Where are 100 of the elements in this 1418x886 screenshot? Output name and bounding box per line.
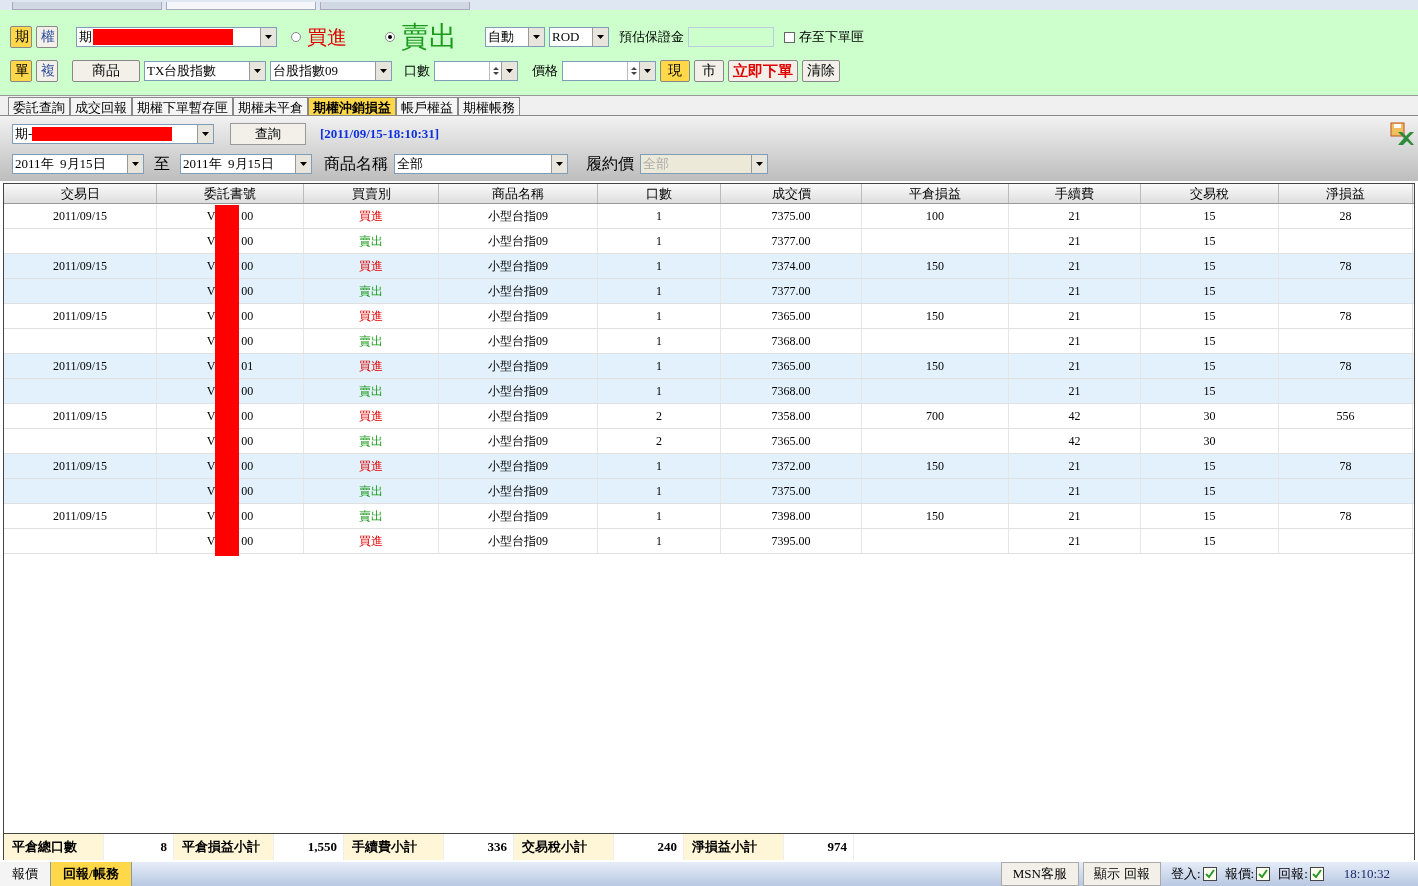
toolbar-button[interactable]: 市 (694, 60, 724, 82)
table-cell-text: 15 (1203, 383, 1216, 400)
toolbar-button[interactable]: 立即下單 (728, 60, 798, 82)
tab[interactable]: 期權下單暫存匣 (132, 97, 233, 115)
table-cell-text: 21 (1068, 308, 1081, 325)
column-header[interactable]: 委託書號 (157, 184, 304, 203)
checkbox[interactable] (784, 31, 795, 43)
table-cell-text: 買進 (359, 258, 383, 275)
toolbar-button[interactable]: 期 (10, 26, 32, 48)
dropdown-field[interactable]: 期- (12, 123, 214, 144)
table-row[interactable]: V 00 賣出 小型台指09 1 7368.00 21 15 (4, 379, 1414, 404)
table-cell-text: 賣出 (359, 483, 383, 500)
table-cell-text: 150 (926, 258, 944, 275)
table-cell-text: V 00 (206, 258, 254, 275)
spin-field[interactable] (562, 61, 656, 81)
table-cell-text: 小型台指09 (488, 233, 548, 250)
quantity-label: 口數 (404, 62, 430, 81)
table-cell-text: 小型台指09 (488, 358, 548, 375)
spin-field[interactable] (434, 61, 518, 81)
dropdown-field[interactable]: TX台股指數 (144, 61, 266, 81)
side-label: 買進 (307, 27, 347, 47)
tab[interactable]: 期權未平倉 (233, 97, 308, 115)
table-cell-text: 2011/09/15 (52, 458, 108, 475)
summary-label: 淨損益小計 (684, 834, 784, 860)
table-cell-text: 7368.00 (771, 333, 811, 350)
table-cell-text: 1 (656, 533, 662, 550)
tab[interactable]: 成交回報 (70, 97, 132, 115)
column-header[interactable]: 商品名稱 (439, 184, 598, 203)
toolbar-button[interactable]: 複 (36, 60, 58, 82)
dropdown-field[interactable]: 期 (76, 27, 277, 47)
table-cell-text: 買進 (359, 533, 383, 550)
table-row[interactable]: 2011/09/15 V 01 買進 小型台指09 1 7365.00 150 21 15 78 (4, 354, 1414, 379)
status-button[interactable]: 顯示 回報 (1082, 862, 1161, 886)
table-cell-text: 21 (1068, 233, 1081, 250)
query-timestamp: [2011/09/15-18:10:31] (320, 124, 440, 143)
bottom-tab[interactable]: 報價 (0, 862, 51, 886)
dropdown-field[interactable]: 台股指數09 (270, 61, 392, 81)
tab[interactable]: 帳戶權益 (396, 97, 458, 115)
tab[interactable]: 期權帳務 (458, 97, 520, 115)
table-row[interactable]: 2011/09/15 V 00 買進 小型台指09 1 7372.00 150 21 15 78 (4, 454, 1414, 479)
column-header[interactable]: 買賣別 (304, 184, 439, 203)
table-cell-text: 7365.00 (771, 358, 811, 375)
tab[interactable]: 委託查詢 (8, 97, 70, 115)
excel-export-icon[interactable] (1390, 121, 1414, 146)
toolbar-button[interactable]: 現 (660, 60, 690, 82)
table-cell-text: 2011/09/15 (52, 508, 108, 525)
table-cell-text: 7372.00 (771, 458, 811, 475)
table-cell-text: 7377.00 (771, 233, 811, 250)
column-header[interactable]: 口數 (598, 184, 721, 203)
table-row[interactable]: 2011/09/15 V 00 買進 小型台指09 1 7365.00 150 21 15 78 (4, 304, 1414, 329)
column-header[interactable]: 淨損益 (1279, 184, 1413, 203)
column-header[interactable]: 交易日 (4, 184, 157, 203)
table-cell-text: 15 (1203, 283, 1216, 300)
dropdown-field[interactable]: 2011年 9月15日 (12, 153, 144, 174)
table-cell-text: 21 (1068, 208, 1081, 225)
table-row[interactable]: 2011/09/15 V 00 買進 小型台指09 2 7358.00 700 42 30 556 (4, 404, 1414, 429)
table-cell-text: 1 (656, 283, 662, 300)
toolbar-button[interactable]: 清除 (802, 60, 840, 82)
toolbar-button[interactable]: 單 (10, 60, 32, 82)
table-cell-text: 7358.00 (771, 408, 811, 425)
table-cell-text: 150 (926, 308, 944, 325)
table-cell-text: 42 (1068, 433, 1081, 450)
dropdown-field[interactable]: 2011年 9月15日 (180, 153, 312, 174)
dropdown-field[interactable]: 全部 (394, 153, 568, 174)
column-header[interactable]: 交易稅 (1141, 184, 1279, 203)
bottom-tab[interactable]: 回報/帳務 (51, 862, 132, 886)
query-button[interactable]: 查詢 (230, 122, 306, 145)
radio-button[interactable] (291, 32, 301, 42)
table-cell-text: 21 (1068, 533, 1081, 550)
table-row[interactable]: V 00 賣出 小型台指09 1 7375.00 21 15 (4, 479, 1414, 504)
table-cell-text: 小型台指09 (488, 308, 548, 325)
table-row[interactable]: V 00 賣出 小型台指09 2 7365.00 42 30 (4, 429, 1414, 454)
table-cell-text: V 00 (206, 308, 254, 325)
table-row[interactable]: V 00 賣出 小型台指09 1 7377.00 21 15 (4, 229, 1414, 254)
margin-field[interactable] (688, 27, 774, 47)
table-cell-text: 7368.00 (771, 383, 811, 400)
table-cell-text: 21 (1068, 458, 1081, 475)
toolbar-button[interactable]: 商品 (72, 60, 140, 82)
dropdown-field[interactable]: 自動 (485, 27, 545, 47)
toolbar-button[interactable]: 權 (36, 26, 58, 48)
table-row[interactable]: V 00 賣出 小型台指09 1 7377.00 21 15 (4, 279, 1414, 304)
status-button[interactable]: MSN客服 (1000, 862, 1079, 886)
table-cell-text: 小型台指09 (488, 383, 548, 400)
table-cell-text: 15 (1203, 508, 1216, 525)
table-row[interactable]: 2011/09/15 V 00 買進 小型台指09 1 7374.00 150 21 15 78 (4, 254, 1414, 279)
column-header[interactable]: 平倉損益 (862, 184, 1009, 203)
table-row[interactable]: V 00 賣出 小型台指09 1 7368.00 21 15 (4, 329, 1414, 354)
column-header[interactable]: 成交價 (721, 184, 862, 203)
table-row[interactable]: 2011/09/15 V 00 賣出 小型台指09 1 7398.00 150 21 15 78 (4, 504, 1414, 529)
column-header[interactable]: 手續費 (1009, 184, 1141, 203)
tab[interactable]: 期權沖銷損益 (308, 97, 396, 115)
table-cell-text: V 01 (206, 358, 254, 375)
table-row[interactable]: V 00 買進 小型台指09 1 7395.00 21 15 (4, 529, 1414, 554)
summary-label: 平倉損益小計 (174, 834, 274, 860)
table-cell-text: 7398.00 (771, 508, 811, 525)
table-cell-text: 7395.00 (771, 533, 811, 550)
dropdown-field[interactable]: ROD (549, 27, 609, 47)
table-row[interactable]: 2011/09/15 V 00 買進 小型台指09 1 7375.00 100 21 15 28 (4, 204, 1414, 229)
table-cell-text: 15 (1203, 233, 1216, 250)
radio-button[interactable] (385, 32, 395, 42)
